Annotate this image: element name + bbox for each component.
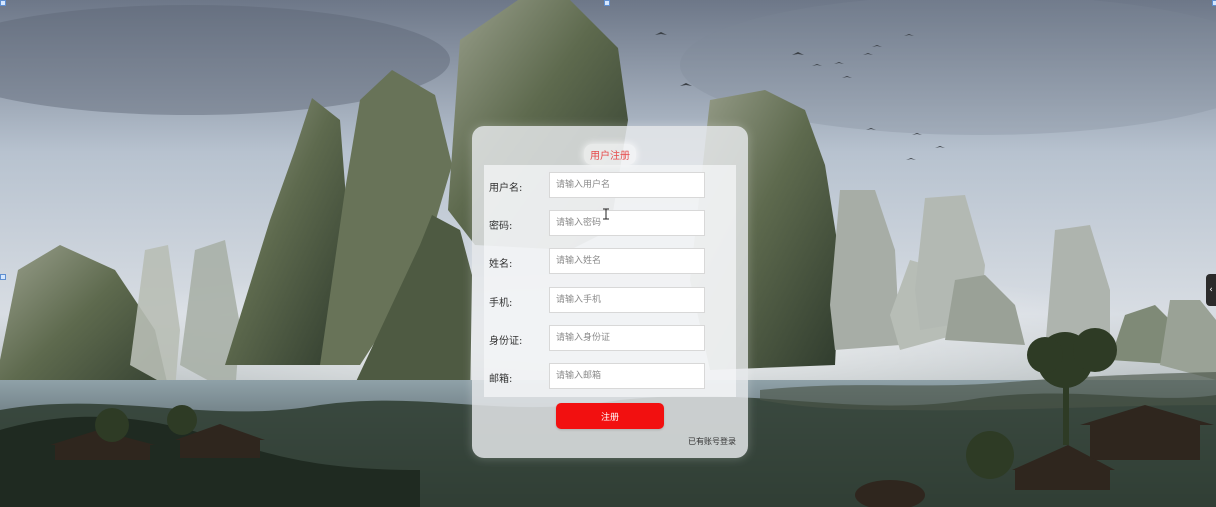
window-corner-marker (1212, 0, 1216, 6)
window-side-marker (0, 274, 6, 280)
text-cursor-icon (603, 208, 609, 220)
phone-input[interactable] (549, 287, 705, 313)
password-input[interactable] (549, 210, 705, 236)
form-row-name: 姓名: (484, 248, 736, 276)
registration-card: 用户注册 用户名: 密码: 姓名: 手机: 身份证: (472, 126, 748, 458)
name-input[interactable] (549, 248, 705, 274)
username-label: 用户名: (489, 183, 523, 194)
register-button[interactable]: 注册 (556, 403, 664, 429)
form-row-password: 密码: (484, 210, 736, 238)
page-title: 用户注册 (584, 144, 636, 165)
window-top-marker (604, 0, 610, 6)
form-row-email: 邮箱: (484, 363, 736, 391)
window-corner-marker (0, 0, 6, 6)
email-input[interactable] (549, 363, 705, 389)
form-row-id-card: 身份证: (484, 325, 736, 353)
form-row-username: 用户名: (484, 172, 736, 200)
form-row-phone: 手机: (484, 287, 736, 315)
chevron-left-icon[interactable]: ‹ (1206, 274, 1216, 306)
email-label: 邮箱: (489, 374, 513, 385)
registration-page: ‹ 用户注册 用户名: 密码: 姓名: 手机: 身份证: (0, 0, 1216, 507)
password-label: 密码: (489, 221, 513, 232)
login-link[interactable]: 已有账号登录 (688, 436, 736, 447)
id-card-input[interactable] (549, 325, 705, 351)
username-input[interactable] (549, 172, 705, 198)
phone-label: 手机: (489, 298, 513, 309)
id-card-label: 身份证: (489, 336, 523, 347)
registration-form: 用户名: 密码: 姓名: 手机: 身份证: 邮箱: (484, 165, 736, 397)
name-label: 姓名: (489, 259, 513, 270)
